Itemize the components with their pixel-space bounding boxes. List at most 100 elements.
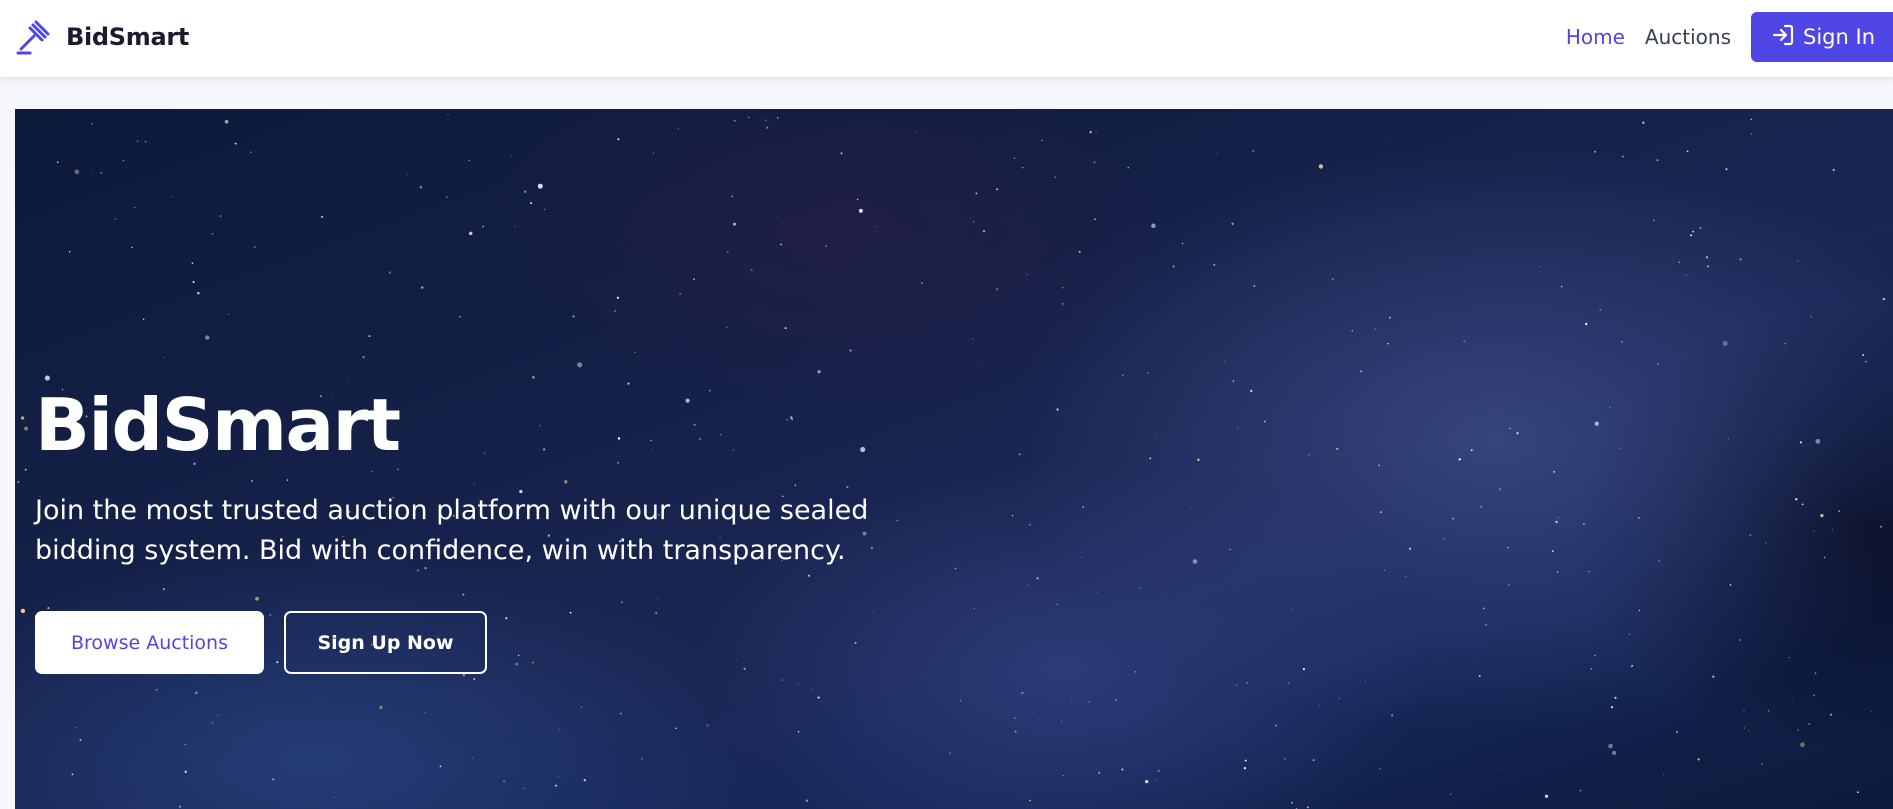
star bbox=[726, 250, 729, 253]
sign-in-button[interactable]: Sign In bbox=[1751, 12, 1893, 62]
star bbox=[750, 269, 753, 271]
star bbox=[91, 122, 93, 125]
star bbox=[1686, 150, 1689, 153]
star bbox=[44, 375, 50, 381]
star bbox=[980, 304, 982, 306]
star bbox=[1011, 514, 1014, 517]
browse-auctions-button[interactable]: Browse Auctions bbox=[35, 611, 264, 674]
star bbox=[1147, 371, 1149, 374]
star bbox=[634, 351, 636, 353]
star bbox=[849, 349, 852, 352]
star bbox=[1409, 547, 1412, 550]
star bbox=[558, 728, 560, 731]
star bbox=[1021, 691, 1024, 695]
star bbox=[1813, 530, 1815, 533]
star bbox=[250, 151, 252, 153]
star bbox=[511, 154, 513, 156]
star bbox=[1862, 354, 1865, 356]
star bbox=[1374, 328, 1376, 330]
star bbox=[406, 173, 408, 175]
star bbox=[1788, 657, 1790, 659]
star bbox=[1014, 730, 1017, 733]
star bbox=[1823, 556, 1826, 559]
star bbox=[1264, 420, 1266, 423]
star bbox=[1291, 801, 1293, 804]
star bbox=[1246, 682, 1249, 684]
star bbox=[1619, 448, 1621, 450]
sign-in-label: Sign In bbox=[1803, 25, 1875, 49]
star bbox=[217, 714, 219, 717]
star bbox=[580, 706, 583, 708]
star bbox=[583, 779, 586, 782]
star bbox=[1452, 517, 1455, 520]
star bbox=[1181, 242, 1184, 245]
star bbox=[1764, 542, 1767, 544]
star bbox=[653, 152, 654, 154]
star bbox=[1062, 774, 1064, 777]
nav-home-link[interactable]: Home bbox=[1566, 25, 1625, 49]
hero-subtitle: Join the most trusted auction platform w… bbox=[35, 495, 869, 566]
hero-content: BidSmart Join the most trusted auction p… bbox=[35, 389, 895, 674]
star bbox=[1157, 769, 1160, 772]
star bbox=[1675, 731, 1679, 734]
star bbox=[733, 119, 736, 122]
star bbox=[1699, 226, 1702, 230]
star bbox=[191, 262, 194, 264]
sign-up-button[interactable]: Sign Up Now bbox=[284, 611, 487, 674]
star bbox=[468, 231, 473, 236]
star bbox=[24, 468, 27, 471]
star bbox=[1078, 250, 1081, 253]
star bbox=[1013, 157, 1016, 160]
star bbox=[1458, 458, 1461, 461]
star bbox=[1115, 698, 1117, 701]
star bbox=[20, 608, 26, 614]
star bbox=[459, 316, 461, 318]
star bbox=[439, 765, 442, 768]
star bbox=[1380, 511, 1382, 513]
star bbox=[91, 173, 93, 175]
star bbox=[1098, 771, 1101, 774]
star bbox=[1029, 524, 1031, 526]
star bbox=[1879, 525, 1883, 528]
star bbox=[346, 377, 348, 378]
star bbox=[972, 338, 974, 340]
star bbox=[1553, 471, 1556, 473]
star bbox=[1662, 774, 1665, 776]
star bbox=[514, 225, 516, 227]
star bbox=[731, 195, 734, 198]
star bbox=[473, 678, 476, 680]
star bbox=[783, 222, 785, 224]
star bbox=[1302, 668, 1305, 671]
star bbox=[617, 138, 620, 141]
star bbox=[1729, 584, 1732, 586]
star bbox=[114, 218, 117, 220]
star bbox=[1250, 389, 1253, 393]
star bbox=[1871, 711, 1873, 713]
star bbox=[184, 770, 187, 773]
star bbox=[1274, 724, 1277, 727]
star bbox=[1748, 729, 1750, 731]
star bbox=[1638, 516, 1640, 519]
star bbox=[1856, 791, 1859, 794]
star bbox=[1865, 360, 1867, 363]
star bbox=[1318, 164, 1324, 169]
nav-auctions-link[interactable]: Auctions bbox=[1645, 25, 1731, 49]
star bbox=[1838, 510, 1841, 512]
star bbox=[1485, 623, 1487, 626]
star bbox=[1539, 266, 1541, 268]
star bbox=[1814, 672, 1817, 675]
star bbox=[1761, 763, 1763, 765]
star bbox=[462, 674, 465, 677]
star bbox=[555, 784, 558, 787]
star bbox=[1557, 517, 1560, 519]
brand[interactable]: BidSmart bbox=[16, 18, 189, 56]
star bbox=[211, 721, 214, 724]
star bbox=[1801, 503, 1804, 506]
star bbox=[1336, 447, 1339, 450]
star bbox=[1621, 340, 1623, 343]
star bbox=[693, 278, 696, 281]
star bbox=[171, 196, 173, 198]
star bbox=[1056, 603, 1058, 606]
star bbox=[1379, 767, 1381, 770]
star bbox=[1594, 421, 1599, 426]
